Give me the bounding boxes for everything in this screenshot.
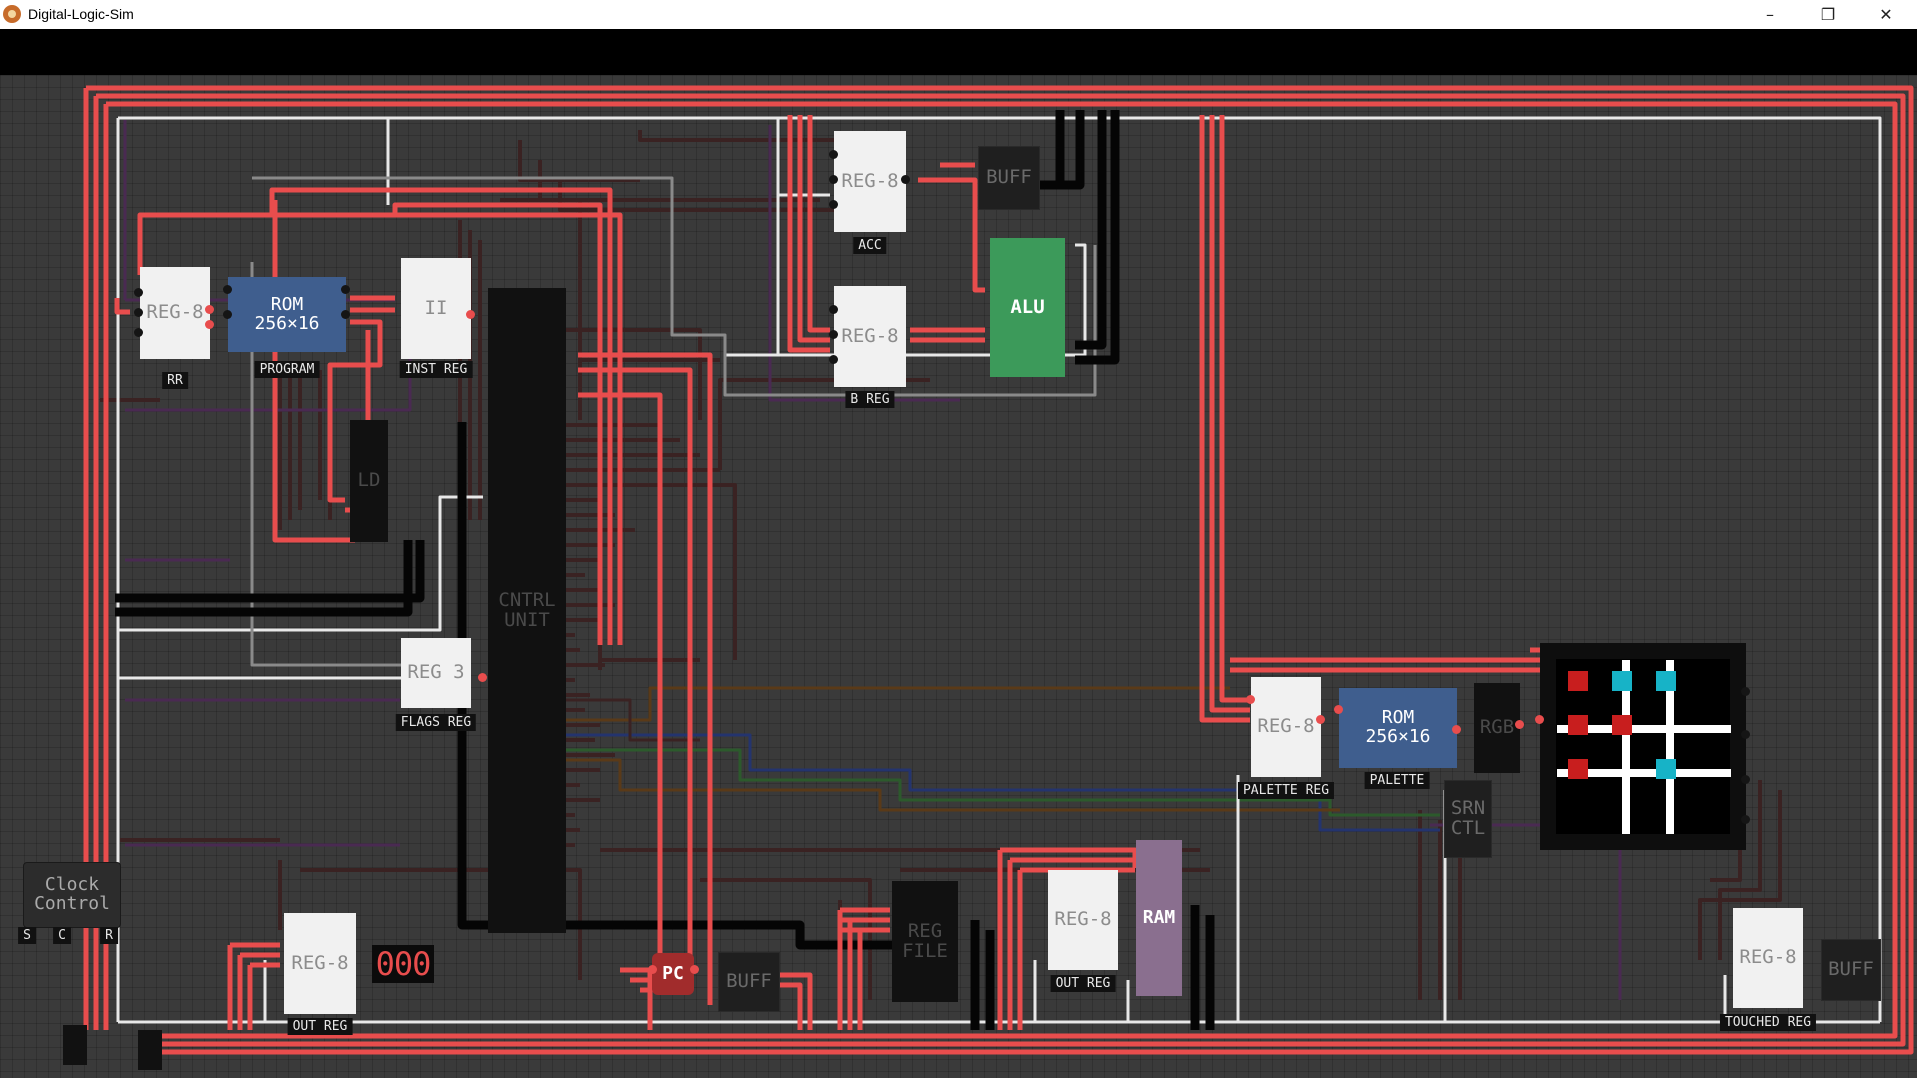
pin[interactable] [1741, 775, 1750, 784]
out-reg-mid-chip[interactable]: REG-8 [1048, 870, 1118, 970]
screen-cell-cyan [1656, 759, 1676, 779]
out-reg-mid-label: OUT REG [1050, 975, 1116, 992]
pin[interactable] [829, 150, 838, 159]
pin[interactable] [1316, 715, 1325, 724]
pin[interactable] [205, 305, 214, 314]
clock-pin-c-label[interactable]: C [53, 927, 71, 944]
pin[interactable] [478, 673, 487, 682]
pin[interactable] [829, 305, 838, 314]
pin[interactable] [134, 308, 143, 317]
circuit-workspace[interactable]: REG-8 RR ROM 256×16 PROGRAM II INST REG … [0, 75, 1917, 1078]
pin[interactable] [648, 965, 657, 974]
pin[interactable] [466, 310, 475, 319]
pin[interactable] [134, 328, 143, 337]
rgb-chip[interactable]: RGB [1474, 683, 1520, 773]
pin[interactable] [205, 320, 214, 329]
pin[interactable] [829, 200, 838, 209]
pin[interactable] [829, 355, 838, 364]
palette-rom-chip[interactable]: ROM 256×16 [1339, 688, 1457, 768]
pin[interactable] [829, 330, 838, 339]
pin[interactable] [1741, 687, 1750, 696]
pin[interactable] [1535, 715, 1544, 724]
ld-chip[interactable]: LD [350, 420, 388, 542]
touched-reg8-chip[interactable]: REG-8 [1733, 908, 1803, 1008]
screen-pixel-grid[interactable] [1556, 659, 1731, 834]
pin[interactable] [829, 175, 838, 184]
pin[interactable] [223, 310, 232, 319]
restore-icon[interactable]: ❐ [1799, 0, 1857, 29]
pin[interactable] [341, 310, 350, 319]
inst-reg-label: INST REG [399, 361, 473, 378]
screen-display[interactable] [1540, 643, 1746, 850]
pin[interactable] [341, 285, 350, 294]
output-pin-block[interactable] [138, 1030, 162, 1070]
pin[interactable] [1515, 720, 1524, 729]
program-rom-chip[interactable]: ROM 256×16 [228, 277, 346, 352]
palette-reg8-chip[interactable]: REG-8 [1251, 677, 1321, 777]
reg-file-chip[interactable]: REG FILE [892, 881, 958, 1002]
clock-pin-s-label[interactable]: S [18, 927, 36, 944]
palette-label: PALETTE [1364, 772, 1430, 789]
rr-reg8-chip[interactable]: REG-8 [140, 267, 210, 359]
acc-label: ACC [853, 237, 887, 254]
buff-right-chip[interactable]: BUFF [1821, 939, 1881, 1001]
out-reg-left-chip[interactable]: REG-8 [284, 913, 356, 1014]
palette-reg-label: PALETTE REG [1237, 782, 1335, 799]
window-titlebar: Digital-Logic-Sim – ❐ ✕ [0, 0, 1917, 30]
window-title: Digital-Logic-Sim [28, 6, 134, 22]
screen-cell-red [1568, 671, 1588, 691]
input-pin-block[interactable] [63, 1025, 87, 1065]
b-reg-label: B REG [845, 391, 895, 408]
b-reg8-chip[interactable]: REG-8 [834, 286, 906, 387]
pin[interactable] [901, 175, 910, 184]
screen-cell-cyan [1612, 671, 1632, 691]
ram-chip[interactable]: RAM [1136, 840, 1182, 996]
program-label: PROGRAM [254, 361, 320, 378]
pin[interactable] [1741, 730, 1750, 739]
out-reg-left-label: OUT REG [287, 1018, 353, 1035]
pin[interactable] [690, 965, 699, 974]
screen-cell-red [1568, 759, 1588, 779]
screen-cell-red [1568, 715, 1588, 735]
pin[interactable] [1246, 695, 1255, 704]
srn-ctl-chip[interactable]: SRN CTL [1444, 780, 1492, 858]
buff-top-chip[interactable]: BUFF [978, 146, 1040, 210]
clock-control-chip[interactable]: Clock Control [23, 862, 121, 928]
close-icon[interactable]: ✕ [1857, 0, 1915, 29]
pin[interactable] [223, 285, 232, 294]
screen-cell-red [1612, 715, 1632, 735]
control-unit-chip[interactable]: CNTRL UNIT [488, 288, 566, 933]
touched-reg-label: TOUCHED REG [1719, 1014, 1817, 1031]
flags-reg-chip[interactable]: REG 3 [401, 638, 471, 708]
pc-chip[interactable]: PC [652, 953, 694, 995]
pin[interactable] [1334, 705, 1343, 714]
pin[interactable] [134, 288, 143, 297]
acc-reg8-chip[interactable]: REG-8 [834, 131, 906, 232]
minimize-icon[interactable]: – [1741, 0, 1799, 29]
screen-cell-cyan [1656, 671, 1676, 691]
buff-pc-chip[interactable]: BUFF [718, 952, 780, 1012]
flags-reg-label: FLAGS REG [395, 714, 477, 731]
pin[interactable] [1452, 725, 1461, 734]
top-toolbar-bar [0, 29, 1917, 75]
app-icon [3, 5, 21, 23]
clock-pin-r-label[interactable]: R [100, 927, 118, 944]
seven-segment-display: 000 [372, 945, 434, 983]
pin[interactable] [1741, 815, 1750, 824]
alu-chip[interactable]: ALU [990, 238, 1065, 377]
inst-reg-chip[interactable]: II [401, 258, 471, 359]
rr-label: RR [162, 372, 188, 389]
